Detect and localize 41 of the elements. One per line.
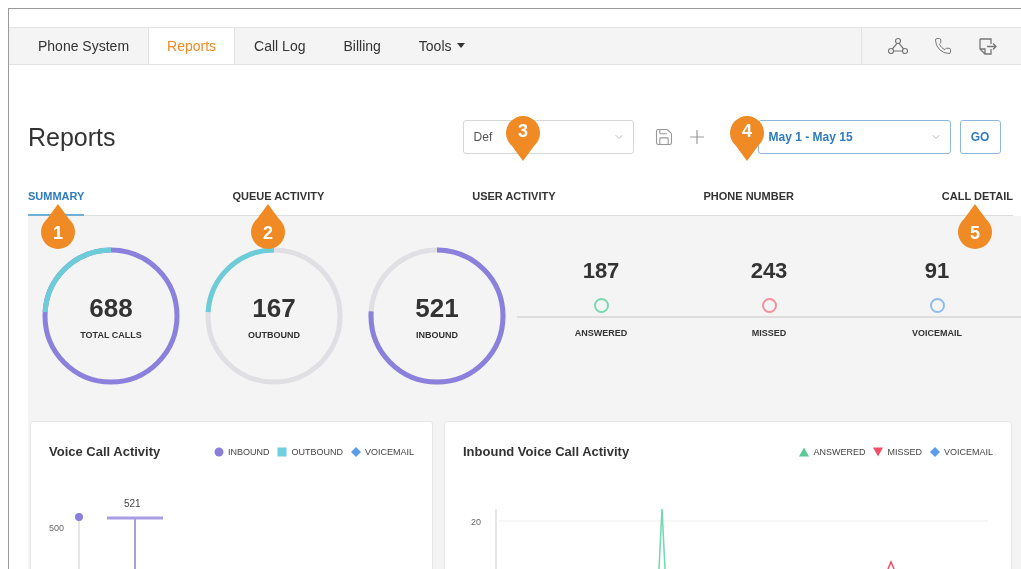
stat-label: ANSWERED	[574, 328, 628, 338]
save-icon[interactable]	[653, 127, 674, 147]
legend-label: OUTBOUND	[291, 446, 343, 457]
stat-label: VOICEMAIL	[912, 328, 962, 338]
stat-value: 91	[924, 258, 950, 284]
axis-tick-label: 500	[49, 523, 65, 533]
go-button[interactable]: GO	[959, 120, 1001, 154]
chart-title: Voice Call Activity	[49, 444, 161, 459]
nav-tab[interactable]: Call Log	[235, 28, 325, 64]
report-tab[interactable]: USER ACTIVITY	[472, 186, 556, 216]
legend-label: ANSWERED	[813, 446, 866, 457]
ring-value: 688	[89, 292, 133, 324]
axis-tick-label: 20	[471, 517, 481, 527]
stat-value: 187	[582, 258, 620, 284]
note-arrow-icon[interactable]	[978, 36, 997, 56]
nav-tab[interactable]: Phone System	[19, 28, 149, 64]
nav-tab[interactable]: Billing	[324, 28, 400, 64]
legend-label: MISSED	[887, 446, 922, 457]
ring-label: INBOUND	[416, 329, 458, 340]
callout-badge: 2	[250, 204, 286, 250]
callout-badge: 5	[957, 204, 993, 250]
stat-label: MISSED	[751, 328, 787, 338]
callout-badge: 3	[505, 115, 541, 161]
legend-label: INBOUND	[227, 446, 270, 457]
callout-badge: 1	[40, 204, 76, 250]
legend-label: VOICEMAIL	[944, 446, 993, 457]
ring-label: OUTBOUND	[248, 329, 300, 340]
ring-value: 521	[415, 292, 459, 324]
ring-value: 167	[252, 292, 296, 324]
report-tab[interactable]: PHONE NUMBER	[703, 186, 794, 216]
ring-label: TOTAL CALLS	[80, 329, 142, 340]
network-icon[interactable]	[888, 37, 908, 55]
value-label: 521	[124, 498, 141, 509]
phone-icon[interactable]	[934, 37, 952, 55]
page-title: Reports	[28, 122, 116, 152]
nav-tab[interactable]: Tools	[399, 28, 484, 64]
stat-value: 243	[750, 258, 788, 284]
chart-title: Inbound Voice Call Activity	[463, 444, 630, 459]
callout-badge: 4	[729, 115, 765, 161]
date-range-select[interactable]: May 1 - May 15	[757, 120, 951, 154]
legend-label: VOICEMAIL	[365, 446, 414, 457]
